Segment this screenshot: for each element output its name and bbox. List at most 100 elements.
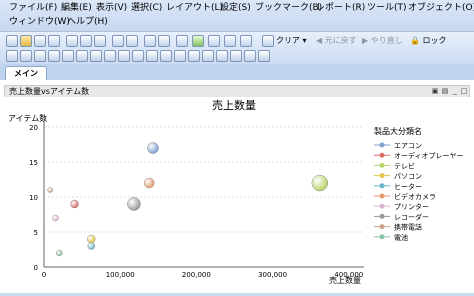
chart-icon[interactable] (176, 35, 188, 47)
legend-marker (379, 213, 385, 219)
legend-label: ビデオカメラ (394, 192, 436, 201)
help-icon[interactable] (224, 35, 236, 47)
print-icon[interactable] (48, 35, 60, 47)
x-tick-label: 0 (42, 271, 46, 279)
search-icon[interactable] (158, 35, 170, 47)
info-icon[interactable] (240, 35, 252, 47)
menu-window[interactable]: ウィンドウ(W) (9, 16, 70, 28)
menu-layout[interactable]: レイアウト(L) (166, 2, 223, 14)
menu-help[interactable]: ヘルプ(H) (67, 16, 108, 28)
menu-view[interactable]: 表示(V) (96, 2, 127, 14)
star-icon[interactable] (192, 35, 204, 47)
map-icon[interactable] (174, 50, 186, 62)
data-point-1 (147, 142, 159, 154)
list-icon[interactable] (34, 50, 46, 62)
menu-bar: ファイル(F) 編集(E) 表示(V) 選択(C) レイアウト(L) 設定(S)… (0, 0, 474, 31)
legend: エアコンオーディオプレーヤーテレビパソコンヒータービデオカメラプリンターレコーダ… (374, 142, 464, 242)
legend-label: パソコン (394, 173, 422, 181)
clear-icon[interactable] (262, 35, 274, 47)
copy-icon[interactable] (94, 35, 106, 47)
pie-chart-icon[interactable] (76, 50, 88, 62)
tab-main[interactable]: メイン (5, 66, 47, 81)
data-point-5 (87, 242, 95, 250)
cut-icon[interactable] (80, 35, 92, 47)
x-tick-label: 300,000 (258, 271, 287, 279)
data-point-10 (56, 249, 63, 257)
clear-button[interactable]: クリア ▾ (276, 35, 307, 46)
menu-settings[interactable]: 設定(S) (220, 2, 251, 14)
legend-marker (379, 224, 385, 230)
menu-file[interactable]: ファイル(F) (9, 2, 57, 14)
legend-marker (379, 142, 385, 148)
y-tick-label: 0 (34, 264, 38, 272)
container-icon[interactable] (188, 50, 200, 62)
legend-label: プリンター (394, 202, 429, 211)
y-axis-label: アイテム数 (8, 113, 47, 123)
x-tick-label: 100,000 (106, 271, 135, 279)
scatter-chart-area: 売上数量 アイテム数 売上数量 製品大分類名 0 5 10 15 20 0 100,000 2… (4, 97, 470, 293)
scatter-chart: 売上数量 アイテム数 売上数量 製品大分類名 051015200 100,000 2… (8, 99, 464, 285)
menu-select[interactable]: 選択(C) (131, 2, 162, 14)
data-point-3 (311, 174, 329, 192)
new-icon[interactable] (6, 35, 18, 47)
legend-label: 電池 (394, 233, 408, 242)
y-tick-label: 10 (29, 194, 38, 202)
input-icon[interactable] (202, 50, 214, 62)
select-icon[interactable] (6, 50, 18, 62)
x-tick-label: 200,000 (182, 271, 211, 279)
y-tick-label: 20 (29, 124, 38, 132)
open-icon[interactable] (20, 35, 32, 47)
data-points (47, 142, 329, 257)
back-button[interactable]: ◀ 元に戻す (316, 35, 357, 46)
data-point-4 (87, 234, 96, 244)
text-icon[interactable] (118, 50, 130, 62)
chart-caption-title: 売上数量vsアイテム数 (9, 87, 90, 96)
y-tick-label: 5 (34, 229, 38, 237)
menu-report[interactable]: レポート(R) (316, 2, 365, 14)
slider-icon[interactable] (160, 50, 172, 62)
menu-object[interactable]: オブジェクト(O) (408, 2, 474, 14)
legend-title: 製品大分類名 (374, 126, 422, 136)
table-icon[interactable] (20, 50, 32, 62)
redo-button[interactable]: ▶ やり直し (362, 35, 403, 46)
bookmark-icon[interactable] (230, 50, 242, 62)
redo-icon[interactable] (126, 35, 138, 47)
refresh-icon[interactable] (144, 35, 156, 47)
undo-icon[interactable] (112, 35, 124, 47)
lock-button[interactable]: 🔒 ロック (410, 35, 447, 46)
legend-label: ヒーター (394, 182, 422, 191)
save-icon[interactable] (34, 35, 46, 47)
curr-sel-icon[interactable] (244, 50, 256, 62)
gauge-icon[interactable] (104, 50, 116, 62)
legend-label: テレビ (394, 161, 415, 170)
calendar-icon[interactable] (216, 50, 228, 62)
legend-marker (379, 152, 385, 158)
image-icon[interactable] (132, 50, 144, 62)
settings-icon[interactable] (208, 35, 220, 47)
maximize-icon[interactable]: □ (460, 87, 468, 95)
legend-marker (379, 203, 385, 209)
toolbar: クリア ▾ ◀ 元に戻す ▶ やり直し 🔒 ロック (0, 31, 474, 65)
print-chart-icon[interactable]: ▤ (441, 87, 449, 95)
legend-label: レコーダー (394, 212, 429, 221)
line-chart-icon[interactable] (62, 50, 74, 62)
minimize-icon[interactable]: _ (451, 87, 459, 95)
sheet-tab-strip (0, 64, 474, 81)
menu-edit[interactable]: 編集(E) (61, 2, 92, 14)
legend-marker (379, 183, 385, 189)
scatter-chart-icon[interactable] (90, 50, 102, 62)
chart-title: 売上数量 (212, 99, 256, 112)
edit-icon[interactable] (66, 35, 78, 47)
bar-chart-icon[interactable] (48, 50, 60, 62)
data-point-6 (143, 177, 155, 189)
legend-marker (379, 234, 385, 240)
menu-bookmark[interactable]: ブックマーク(B) (255, 2, 322, 14)
search-object-icon[interactable] (258, 50, 270, 62)
legend-label: エアコン (394, 142, 422, 150)
legend-label: オーディオプレーヤー (394, 151, 464, 160)
x-tick-label: 400,000 (334, 271, 363, 279)
data-point-2 (70, 199, 79, 209)
button-icon[interactable] (146, 50, 158, 62)
xl-export-icon[interactable]: ▣ (431, 87, 439, 95)
menu-tools[interactable]: ツール(T) (367, 2, 407, 14)
